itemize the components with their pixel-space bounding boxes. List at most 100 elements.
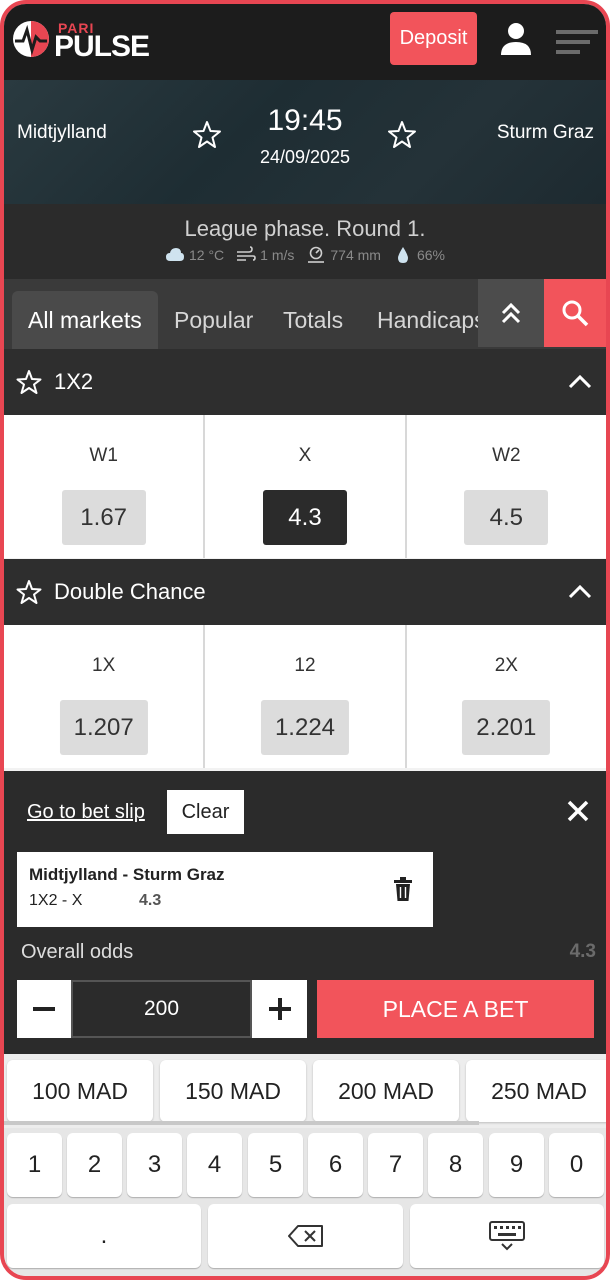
market-title: 1X2 xyxy=(54,369,94,394)
outcome-label: 1X xyxy=(92,655,116,676)
odd-button[interactable]: 1.207 xyxy=(59,700,148,755)
outcome-label: 12 xyxy=(294,655,316,676)
minus-icon xyxy=(33,1007,55,1011)
logo-big-text: PULSE xyxy=(54,30,150,63)
odd-button[interactable]: 4.5 xyxy=(464,490,549,545)
weather-wind: 1 m/s xyxy=(236,246,294,264)
keyboard-hide-icon xyxy=(489,1221,525,1251)
bet-selection-card: Midtjylland - Sturm Graz 1X2 - X 4.3 xyxy=(17,852,433,927)
key-7[interactable]: 7 xyxy=(368,1133,423,1197)
match-date: 24/09/2025 xyxy=(259,147,351,167)
plus-icon xyxy=(268,998,291,1020)
outcome-2x: 2X 2.201 xyxy=(407,625,606,768)
key-8[interactable]: 8 xyxy=(428,1133,483,1197)
market-header-double-chance[interactable]: Double Chance xyxy=(4,559,606,625)
odd-button[interactable]: 2.201 xyxy=(462,700,551,755)
weather-temperature: 12 °C xyxy=(165,246,224,264)
clear-button[interactable]: Clear xyxy=(167,790,244,834)
double-chevron-up-icon xyxy=(501,302,521,324)
water-drop-icon xyxy=(397,247,408,263)
go-to-bet-slip-link[interactable]: Go to bet slip xyxy=(27,801,145,824)
odd-button[interactable]: 1.224 xyxy=(260,700,350,755)
cloud-icon xyxy=(165,248,184,261)
outcome-x: X 4.3 xyxy=(205,415,407,558)
key-4[interactable]: 4 xyxy=(187,1133,242,1197)
deposit-button[interactable]: Deposit xyxy=(390,12,477,65)
odd-button-selected[interactable]: 4.3 xyxy=(262,490,347,545)
key-0[interactable]: 0 xyxy=(549,1133,604,1197)
outcome-w1: W1 1.67 xyxy=(4,415,206,558)
favorite-market-star-icon[interactable] xyxy=(16,369,42,395)
outcome-label: 2X xyxy=(494,655,518,676)
chevron-up-icon[interactable] xyxy=(568,373,592,389)
pulse-logo-icon xyxy=(13,21,49,57)
key-1[interactable]: 1 xyxy=(7,1133,62,1197)
selection-odd: 4.3 xyxy=(139,892,162,909)
stake-decrease-button[interactable] xyxy=(17,980,71,1038)
tab-popular[interactable]: Popular xyxy=(174,291,253,349)
outcome-label: W2 xyxy=(492,445,521,466)
wind-value: 1 m/s xyxy=(260,247,295,263)
quick-amounts-scrollbar[interactable] xyxy=(4,1121,479,1125)
outcome-12: 12 1.224 xyxy=(205,625,407,768)
selection-market: 1X2 - X xyxy=(29,892,83,909)
quick-amounts-row: 100 MAD 150 MAD 200 MAD 250 MAD xyxy=(4,1054,606,1128)
collapse-all-button[interactable] xyxy=(478,279,544,347)
quick-amount-button[interactable]: 200 MAD xyxy=(313,1060,459,1122)
key-3[interactable]: 3 xyxy=(127,1133,182,1197)
tab-totals[interactable]: Totals xyxy=(283,291,343,349)
key-9[interactable]: 9 xyxy=(489,1133,544,1197)
quick-amount-button[interactable]: 100 MAD xyxy=(7,1060,153,1122)
wind-icon xyxy=(237,246,256,261)
outcome-1x: 1X 1.207 xyxy=(4,625,206,768)
favorite-away-star-icon[interactable] xyxy=(387,120,417,150)
numeric-keypad: 1 2 3 4 5 6 7 8 9 0 . xyxy=(4,1128,606,1276)
overall-odds-value: 4.3 xyxy=(569,941,596,962)
market-outcomes-double-chance: 1X 1.207 12 1.224 2X 2.201 xyxy=(4,625,606,768)
outcome-label: W1 xyxy=(89,445,118,466)
trash-icon[interactable] xyxy=(393,876,413,902)
tab-handicaps[interactable]: Handicaps xyxy=(377,291,486,349)
key-hide-keyboard[interactable] xyxy=(410,1204,604,1268)
key-6[interactable]: 6 xyxy=(308,1133,363,1197)
favorite-market-star-icon[interactable] xyxy=(16,579,42,605)
market-tabs: All markets Popular Totals Handicaps xyxy=(4,279,606,349)
key-5[interactable]: 5 xyxy=(248,1133,303,1197)
user-icon[interactable] xyxy=(500,22,532,56)
search-icon xyxy=(562,300,589,327)
odd-button[interactable]: 1.67 xyxy=(61,490,146,545)
place-bet-button[interactable]: PLACE A BET xyxy=(317,980,594,1038)
menu-icon[interactable] xyxy=(556,28,598,56)
quick-amount-button[interactable]: 150 MAD xyxy=(160,1060,306,1122)
tab-all-markets[interactable]: All markets xyxy=(12,291,158,349)
key-dot[interactable]: . xyxy=(7,1204,201,1268)
match-banner: Midtjylland 19:45 24/09/2025 Sturm Graz xyxy=(4,80,606,204)
humidity-value: 66% xyxy=(416,247,445,263)
backspace-icon xyxy=(287,1225,323,1247)
weather-humidity: 66% xyxy=(393,246,445,264)
weather-row: 12 °C 1 m/s 774 mm 66% xyxy=(4,246,606,264)
chevron-up-icon[interactable] xyxy=(568,583,592,599)
market-header-1x2[interactable]: 1X2 xyxy=(4,349,606,415)
search-button[interactable] xyxy=(544,279,606,347)
quick-amount-button[interactable]: 250 MAD xyxy=(466,1060,606,1122)
bet-slip-panel: Go to bet slip Clear Midtjylland - Sturm… xyxy=(4,771,606,1054)
outcome-w2: W2 4.5 xyxy=(407,415,606,558)
close-icon[interactable] xyxy=(566,799,590,823)
outcome-label: X xyxy=(298,445,312,466)
market-outcomes-1x2: W1 1.67 X 4.3 W2 4.5 xyxy=(4,415,606,558)
key-backspace[interactable] xyxy=(208,1204,403,1268)
temperature-value: 12 °C xyxy=(188,247,225,263)
app-frame: PARI PULSE Deposit Midtjylland 19:45 24/… xyxy=(0,0,610,1280)
selection-match: Midtjylland - Sturm Graz xyxy=(29,865,225,884)
pressure-icon xyxy=(308,246,325,263)
key-2[interactable]: 2 xyxy=(67,1133,122,1197)
logo[interactable]: PARI PULSE xyxy=(12,18,172,66)
league-info: League phase. Round 1. 12 °C 1 m/s 774 m… xyxy=(4,204,606,279)
overall-odds-label: Overall odds xyxy=(21,941,134,963)
away-team: Sturm Graz xyxy=(496,122,594,143)
stake-increase-button[interactable] xyxy=(252,980,307,1038)
market-title: Double Chance xyxy=(54,579,206,604)
league-title: League phase. Round 1. xyxy=(184,216,426,241)
stake-input[interactable]: 200 xyxy=(71,980,252,1038)
